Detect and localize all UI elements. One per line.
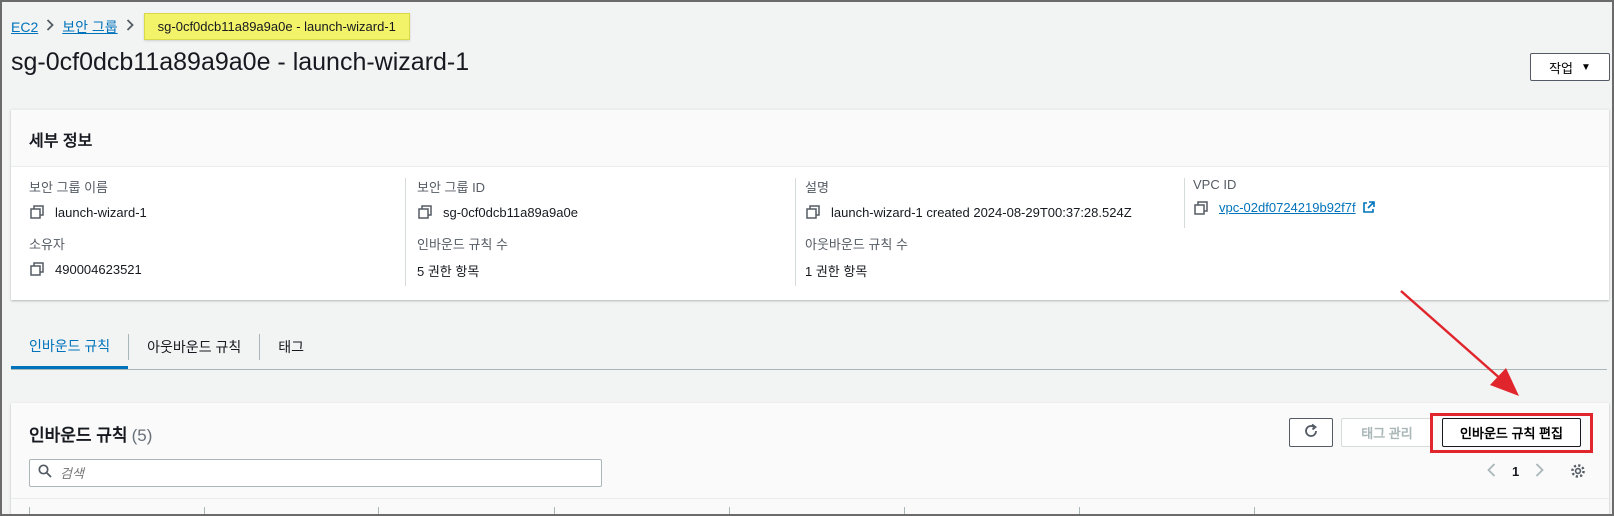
breadcrumb-current: sg-0cf0dcb11a89a9a0e - launch-wizard-1	[143, 13, 410, 40]
inbound-rules-title: 인바운드 규칙 (5)	[29, 421, 152, 446]
column-divider	[1079, 507, 1080, 516]
field-label: 설명	[805, 180, 829, 195]
field-sg-name: 보안 그룹 이름 launch-wizard-1	[29, 177, 147, 220]
field-outbound-count: 아웃바운드 규칙 수 1 권한 항목	[805, 234, 908, 280]
field-label: 보안 그룹 이름	[29, 180, 108, 195]
chevron-right-icon	[38, 19, 62, 34]
field-vpc-id: VPC ID vpc-02df0724219b92f7f	[1193, 177, 1376, 217]
page-title: sg-0cf0dcb11a89a9a0e - launch-wizard-1	[11, 48, 470, 76]
field-sg-id: 보안 그룹 ID sg-0cf0dcb11a89a9a0e	[417, 177, 578, 220]
refresh-icon	[1303, 423, 1319, 442]
field-inbound-count: 인바운드 규칙 수 5 권한 항목	[417, 234, 508, 280]
field-label: 보안 그룹 ID	[417, 180, 486, 195]
tab-list: 인바운드 규칙 아웃바운드 규칙 태그	[11, 325, 322, 369]
caret-down-icon: ▼	[1581, 61, 1591, 73]
actions-button-label: 작업	[1549, 60, 1573, 76]
inbound-rules-panel: 인바운드 규칙(5) 태그 관리 인바운드 규칙 편집 1	[11, 403, 1609, 516]
copy-icon[interactable]	[417, 204, 433, 220]
divider	[1184, 178, 1185, 228]
column-divider	[1254, 507, 1255, 516]
vpc-id-link[interactable]: vpc-02df0724219b92f7f	[1219, 200, 1356, 215]
search-icon	[38, 463, 52, 483]
field-value: launch-wizard-1	[55, 204, 147, 220]
field-label: 아웃바운드 규칙 수	[805, 237, 908, 252]
column-divider	[204, 507, 205, 516]
divider	[405, 178, 406, 286]
settings-icon[interactable]	[1570, 463, 1586, 484]
external-link-icon[interactable]	[1362, 200, 1376, 217]
breadcrumb: EC2 보안 그룹 sg-0cf0dcb11a89a9a0e - launch-…	[11, 13, 410, 40]
chevron-right-icon	[118, 19, 142, 34]
divider	[795, 178, 796, 286]
field-value: launch-wizard-1 created 2024-08-29T00:37…	[831, 204, 1132, 220]
copy-icon[interactable]	[805, 204, 821, 220]
details-header: 세부 정보	[11, 110, 1609, 167]
annotation-arrow-icon	[1400, 290, 1519, 396]
column-divider	[904, 507, 905, 516]
copy-icon[interactable]	[29, 261, 45, 277]
column-divider	[29, 507, 30, 516]
inbound-rules-title-text: 인바운드 규칙	[29, 426, 128, 445]
tabs-divider	[11, 369, 1607, 370]
column-divider	[554, 507, 555, 516]
field-value: 1 권한 항목	[805, 264, 868, 279]
tab-outbound-rules[interactable]: 아웃바운드 규칙	[129, 325, 259, 369]
breadcrumb-ec2[interactable]: EC2	[11, 19, 38, 35]
table-header-divider	[11, 498, 1609, 499]
edit-inbound-rules-button[interactable]: 인바운드 규칙 편집	[1442, 418, 1581, 447]
breadcrumb-security-groups[interactable]: 보안 그룹	[62, 17, 117, 37]
tab-inbound-rules[interactable]: 인바운드 규칙	[11, 325, 129, 369]
chevron-left-icon[interactable]	[1487, 461, 1496, 482]
details-panel: 세부 정보 보안 그룹 이름 launch-wizard-1 보안 그룹 ID …	[11, 109, 1609, 300]
page-number[interactable]: 1	[1512, 464, 1519, 479]
actions-button[interactable]: 작업 ▼	[1530, 53, 1610, 81]
field-value: 5 권한 항목	[417, 264, 480, 279]
field-label: 인바운드 규칙 수	[417, 237, 508, 252]
copy-icon[interactable]	[1193, 200, 1209, 216]
column-divider	[729, 507, 730, 516]
tab-tags[interactable]: 태그	[260, 325, 322, 369]
inbound-rules-count: (5)	[131, 426, 153, 445]
field-label: 소유자	[29, 237, 65, 252]
manage-tags-button[interactable]: 태그 관리	[1341, 418, 1433, 447]
field-label: VPC ID	[1193, 177, 1237, 192]
column-divider	[378, 507, 379, 516]
chevron-right-icon[interactable]	[1535, 461, 1545, 482]
search-input[interactable]	[60, 465, 580, 481]
field-description: 설명 launch-wizard-1 created 2024-08-29T00…	[805, 177, 1132, 220]
pagination: 1	[1487, 461, 1545, 482]
refresh-button[interactable]	[1289, 418, 1333, 447]
field-owner: 소유자 490004623521	[29, 234, 142, 277]
field-value: 490004623521	[55, 261, 142, 277]
field-value: sg-0cf0dcb11a89a9a0e	[443, 204, 578, 220]
copy-icon[interactable]	[29, 204, 45, 220]
table-header	[11, 507, 1609, 516]
search-field[interactable]	[29, 459, 602, 487]
